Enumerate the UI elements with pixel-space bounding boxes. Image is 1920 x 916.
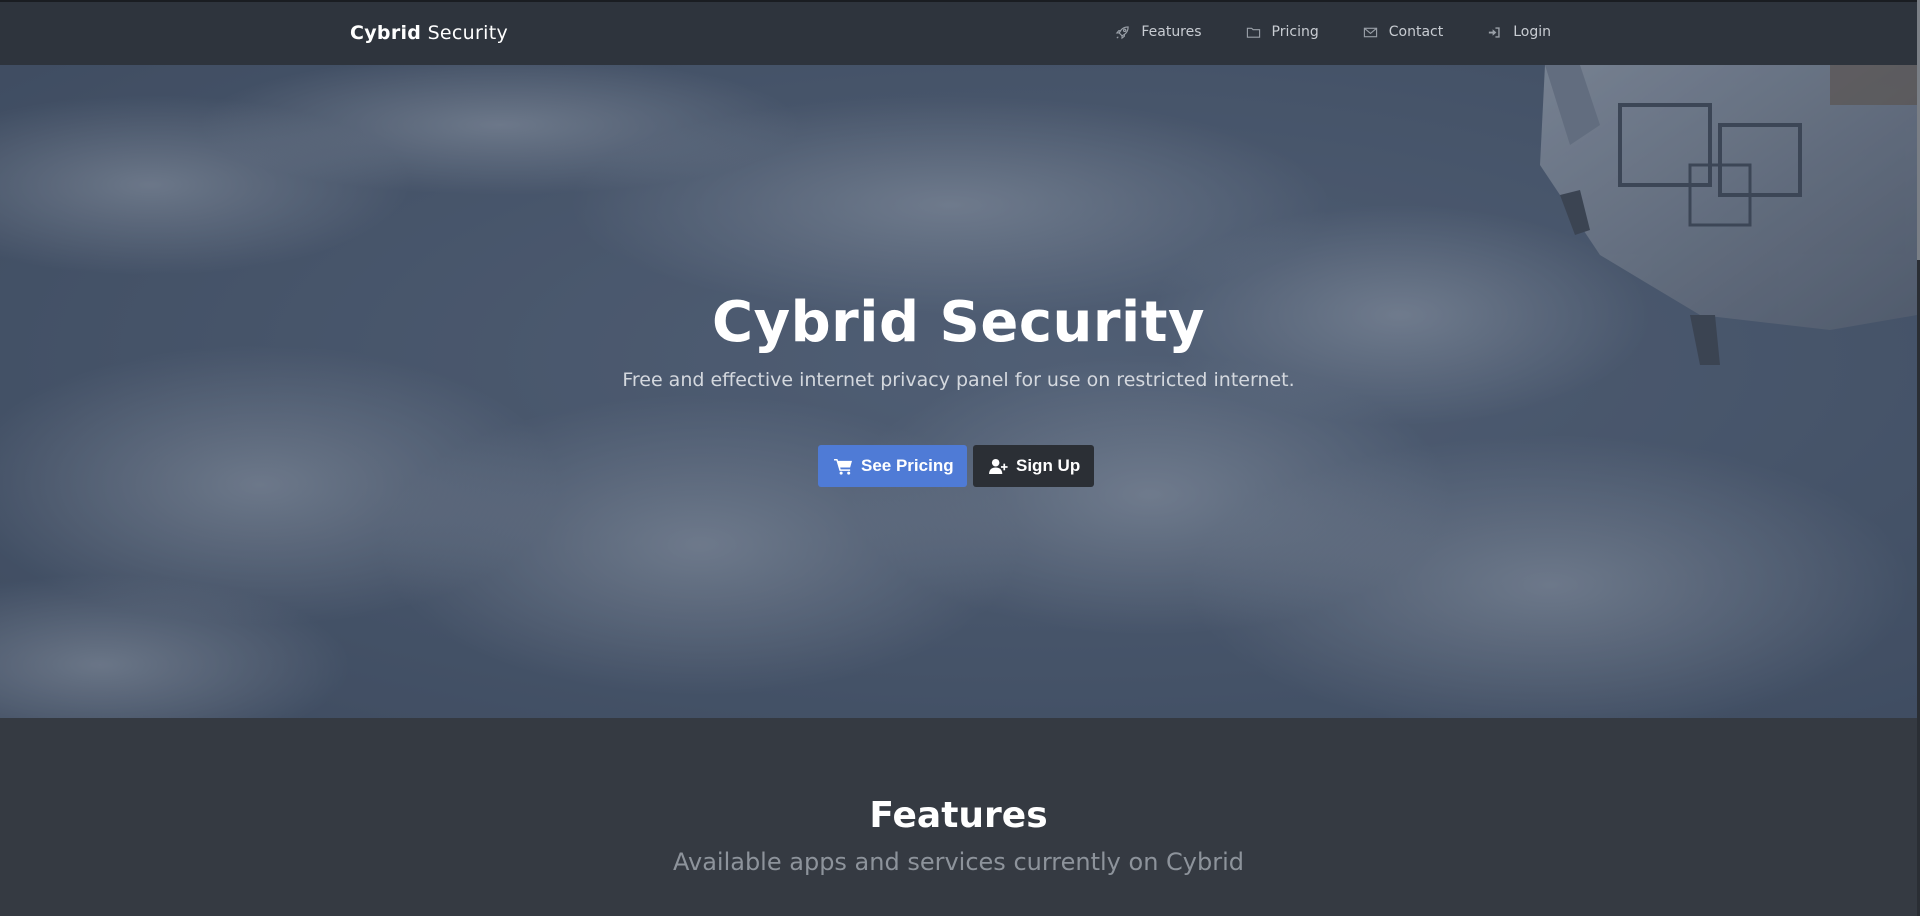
nav-link-pricing-label: Pricing	[1271, 24, 1319, 40]
brand-logo[interactable]: Cybrid Security	[350, 22, 508, 44]
features-title: Features	[869, 795, 1048, 836]
hero-subtitle: Free and effective internet privacy pane…	[622, 369, 1295, 391]
cart-icon	[834, 458, 853, 475]
see-pricing-label: See Pricing	[861, 456, 954, 475]
nav-link-contact-label: Contact	[1388, 24, 1444, 40]
features-subtitle: Available apps and services currently on…	[672, 848, 1245, 876]
folder-icon	[1246, 25, 1261, 40]
envelope-icon	[1363, 25, 1378, 40]
nav-link-login[interactable]: Login	[1487, 24, 1551, 40]
nav-link-login-label: Login	[1513, 24, 1551, 40]
hero-section: Cybrid Security Free and effective inter…	[0, 65, 1917, 718]
brand-name-light: Security	[427, 22, 508, 44]
page: Cybrid Security Features Pricing Contact…	[0, 0, 1920, 916]
nav-link-features-label: Features	[1141, 24, 1202, 40]
top-navbar: Cybrid Security Features Pricing Contact…	[0, 0, 1917, 65]
hero-title: Cybrid Security	[711, 290, 1206, 355]
sign-up-label: Sign Up	[1016, 456, 1081, 475]
hero-buttons: See Pricing Sign Up	[818, 445, 1094, 487]
user-plus-icon	[989, 458, 1008, 475]
rocket-icon	[1115, 25, 1130, 40]
features-section: Features Available apps and services cur…	[0, 718, 1917, 916]
see-pricing-button[interactable]: See Pricing	[818, 445, 967, 487]
nav-link-pricing[interactable]: Pricing	[1246, 24, 1319, 40]
nav-link-features[interactable]: Features	[1115, 24, 1202, 40]
brand-name-bold: Cybrid	[350, 22, 422, 44]
hero-overlay	[0, 65, 1917, 718]
sign-in-icon	[1487, 25, 1502, 40]
nav-links: Features Pricing Contact Login	[1071, 24, 1551, 40]
nav-link-contact[interactable]: Contact	[1363, 24, 1443, 40]
sign-up-button[interactable]: Sign Up	[973, 445, 1094, 487]
